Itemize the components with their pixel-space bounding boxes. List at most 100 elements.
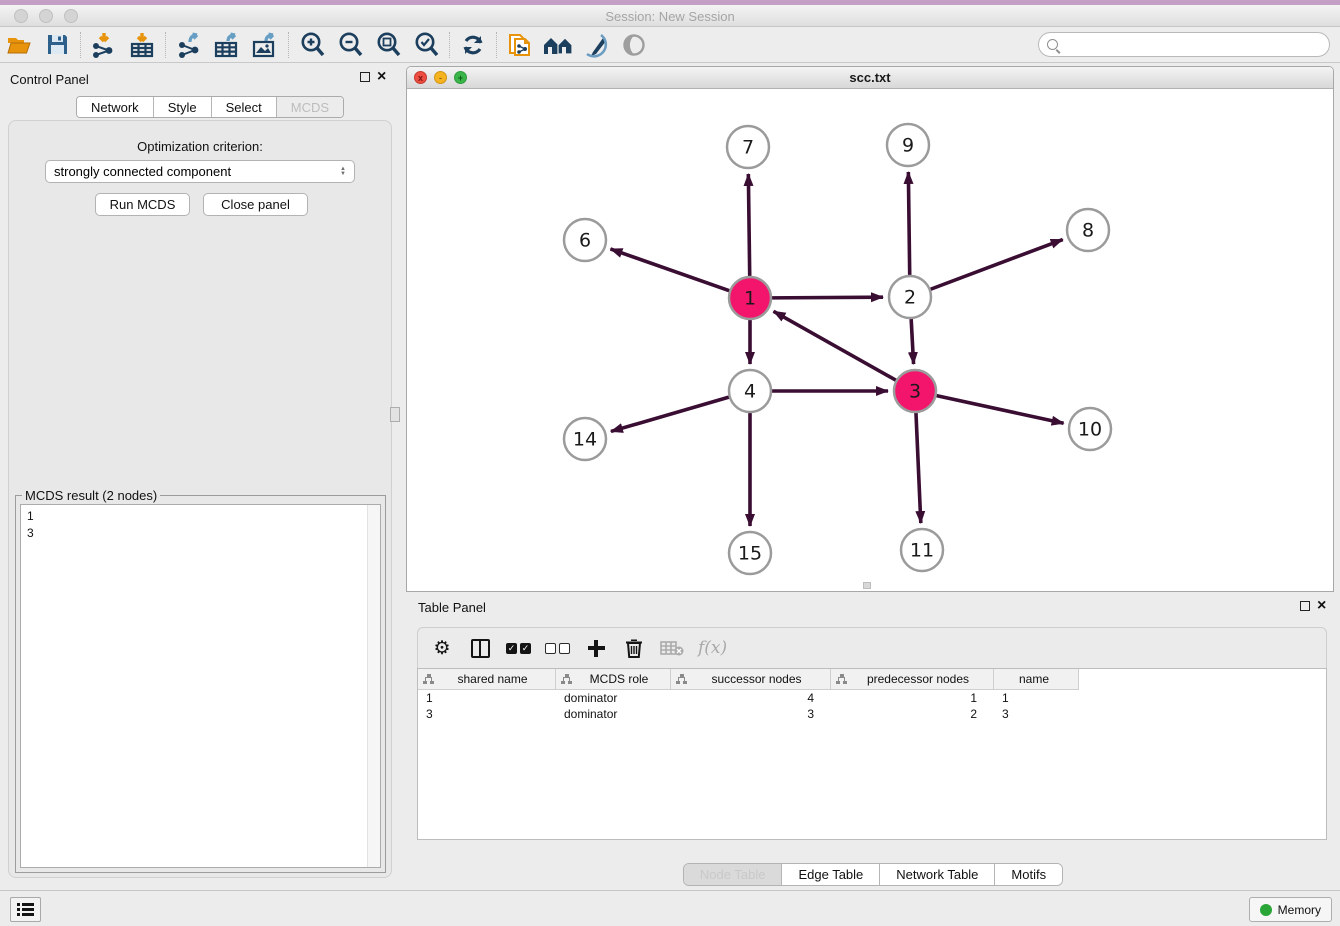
network-canvas[interactable]: 1234678910111415 bbox=[407, 89, 1333, 591]
toolbar-separator bbox=[288, 32, 289, 58]
network-edge-1-6[interactable] bbox=[610, 249, 729, 291]
node-table[interactable]: shared nameMCDS rolesuccessor nodesprede… bbox=[417, 668, 1327, 840]
table-row-0[interactable]: 1dominator411 bbox=[418, 690, 1326, 706]
table-panel: Table Panel × ⚙ ✓✓ f(x) shared nameMCDS … bbox=[406, 595, 1340, 890]
search-box[interactable] bbox=[1038, 32, 1330, 57]
table-header-row: shared nameMCDS rolesuccessor nodesprede… bbox=[418, 669, 1326, 690]
task-history-button[interactable] bbox=[10, 897, 41, 922]
graphics-details-icon[interactable] bbox=[615, 30, 653, 60]
export-network-icon[interactable] bbox=[170, 30, 208, 60]
mcds-result-fieldset: MCDS result (2 nodes) 1 3 bbox=[15, 495, 386, 873]
network-node-label-7: 7 bbox=[742, 137, 754, 159]
table-options-icon[interactable]: ⚙ bbox=[430, 635, 454, 661]
hide-annotations-icon[interactable] bbox=[577, 30, 615, 60]
mcds-result-box[interactable]: 1 3 bbox=[20, 504, 381, 868]
network-edge-3-1[interactable] bbox=[774, 311, 896, 380]
cell-shared-name[interactable]: 3 bbox=[418, 706, 556, 722]
memory-button[interactable]: Memory bbox=[1249, 897, 1332, 922]
memory-status-icon bbox=[1260, 904, 1272, 916]
save-session-icon[interactable] bbox=[38, 30, 76, 60]
add-column-icon[interactable] bbox=[584, 635, 608, 661]
zoom-in-icon[interactable] bbox=[293, 30, 331, 60]
network-edge-2-9[interactable] bbox=[908, 172, 909, 275]
network-node-label-10: 10 bbox=[1078, 419, 1102, 441]
refresh-icon[interactable] bbox=[454, 30, 492, 60]
network-edge-4-14[interactable] bbox=[611, 397, 729, 431]
search-input[interactable] bbox=[1064, 38, 1329, 52]
deselect-all-icon[interactable] bbox=[545, 635, 570, 661]
network-node-label-3: 3 bbox=[909, 381, 921, 403]
tab-network-table[interactable]: Network Table bbox=[880, 864, 995, 885]
cell-name[interactable]: 3 bbox=[994, 706, 1079, 722]
close-panel-icon[interactable]: × bbox=[377, 72, 386, 82]
column-header-predecessor-nodes[interactable]: predecessor nodes bbox=[831, 669, 994, 690]
network-node-label-8: 8 bbox=[1082, 220, 1094, 242]
open-file-icon[interactable] bbox=[0, 30, 38, 60]
export-image-icon[interactable] bbox=[246, 30, 284, 60]
cell-successor-nodes[interactable]: 4 bbox=[671, 690, 831, 706]
import-network-icon[interactable] bbox=[85, 30, 123, 60]
cell-name[interactable]: 1 bbox=[994, 690, 1079, 706]
close-panel-button[interactable]: Close panel bbox=[203, 193, 308, 216]
column-header-name[interactable]: name bbox=[994, 669, 1079, 690]
clone-network-icon[interactable] bbox=[501, 30, 539, 60]
cell-predecessor-nodes[interactable]: 2 bbox=[831, 706, 994, 722]
column-visibility-icon[interactable] bbox=[468, 635, 492, 661]
cell-successor-nodes[interactable]: 3 bbox=[671, 706, 831, 722]
tab-network[interactable]: Network bbox=[77, 97, 154, 117]
function-builder-icon: f(x) bbox=[698, 635, 727, 661]
column-header-shared-name[interactable]: shared name bbox=[418, 669, 556, 690]
network-edge-1-7[interactable] bbox=[748, 174, 749, 276]
table-row-1[interactable]: 3dominator323 bbox=[418, 706, 1326, 722]
tab-select[interactable]: Select bbox=[212, 97, 277, 117]
column-header-successor-nodes[interactable]: successor nodes bbox=[671, 669, 831, 690]
tab-edge-table[interactable]: Edge Table bbox=[782, 864, 880, 885]
cell-shared-name[interactable]: 1 bbox=[418, 690, 556, 706]
network-graph[interactable]: 1234678910111415 bbox=[407, 89, 1333, 592]
select-all-icon[interactable]: ✓✓ bbox=[506, 635, 531, 661]
column-header-MCDS-role[interactable]: MCDS role bbox=[556, 669, 671, 690]
tab-node-table[interactable]: Node Table bbox=[684, 864, 783, 885]
zoom-out-icon[interactable] bbox=[331, 30, 369, 60]
result-scrollbar[interactable] bbox=[367, 505, 380, 867]
network-edge-3-11[interactable] bbox=[916, 413, 921, 523]
table-tabs: Node TableEdge TableNetwork TableMotifs bbox=[683, 863, 1063, 886]
network-node-label-1: 1 bbox=[744, 288, 756, 310]
main-toolbar bbox=[0, 27, 1340, 63]
cell-MCDS-role[interactable]: dominator bbox=[556, 706, 671, 722]
optimization-criterion-label: Optimization criterion: bbox=[9, 139, 391, 154]
tab-style[interactable]: Style bbox=[154, 97, 212, 117]
column-header-label: name bbox=[994, 672, 1078, 686]
tab-motifs[interactable]: Motifs bbox=[995, 864, 1062, 885]
delete-table-icon[interactable] bbox=[660, 635, 684, 661]
select-stepper-icon: ▲▼ bbox=[340, 167, 346, 177]
export-table-icon[interactable] bbox=[208, 30, 246, 60]
network-edge-3-10[interactable] bbox=[936, 396, 1063, 424]
network-edge-1-2[interactable] bbox=[772, 297, 883, 298]
table-panel-title: Table Panel bbox=[418, 600, 486, 615]
canvas-scroll-grip[interactable] bbox=[863, 582, 871, 589]
panel-splitter-grip[interactable] bbox=[390, 407, 400, 422]
zoom-selected-icon[interactable] bbox=[407, 30, 445, 60]
hierarchy-icon bbox=[836, 674, 847, 684]
table-tabs-row: Node TableEdge TableNetwork TableMotifs bbox=[406, 863, 1340, 886]
layout-icon[interactable] bbox=[539, 30, 577, 60]
zoom-fit-icon[interactable] bbox=[369, 30, 407, 60]
network-edge-2-8[interactable] bbox=[931, 240, 1063, 290]
tab-mcds[interactable]: MCDS bbox=[277, 97, 343, 117]
table-toolbar: ⚙ ✓✓ f(x) bbox=[417, 627, 1327, 669]
control-panel-tabs: NetworkStyleSelectMCDS bbox=[76, 96, 344, 118]
table-float-panel-icon[interactable] bbox=[1300, 601, 1310, 611]
delete-column-icon[interactable] bbox=[622, 635, 646, 661]
import-table-icon[interactable] bbox=[123, 30, 161, 60]
network-node-label-15: 15 bbox=[738, 543, 762, 565]
optimization-criterion-select[interactable]: strongly connected component ▲▼ bbox=[45, 160, 355, 183]
network-window-titlebar[interactable]: x - + scc.txt bbox=[407, 67, 1333, 89]
float-panel-icon[interactable] bbox=[360, 72, 370, 82]
app-title: Session: New Session bbox=[0, 9, 1340, 24]
cell-predecessor-nodes[interactable]: 1 bbox=[831, 690, 994, 706]
network-edge-2-3[interactable] bbox=[911, 319, 913, 364]
table-close-panel-icon[interactable]: × bbox=[1317, 601, 1326, 611]
run-mcds-button[interactable]: Run MCDS bbox=[95, 193, 190, 216]
cell-MCDS-role[interactable]: dominator bbox=[556, 690, 671, 706]
